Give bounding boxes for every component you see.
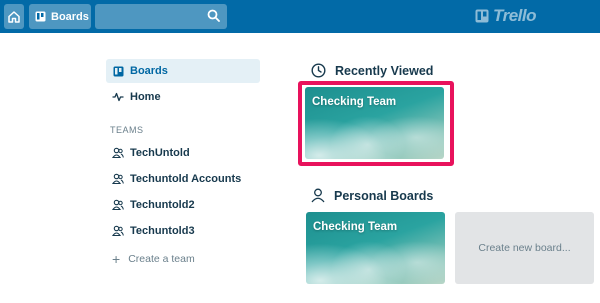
person-icon	[311, 188, 325, 203]
sidebar-item-team[interactable]: TechUntold	[112, 147, 190, 159]
clock-icon	[311, 63, 326, 78]
board-icon	[112, 65, 124, 77]
create-new-board-button[interactable]: Create new board...	[455, 212, 594, 284]
personal-boards-heading: Personal Boards	[311, 188, 433, 203]
plus-icon: +	[112, 251, 121, 267]
board-tile-title: Checking Team	[312, 96, 397, 108]
sidebar-item-label: Techuntold Accounts	[130, 173, 242, 185]
sidebar-item-label: Boards	[130, 65, 168, 77]
search-icon[interactable]	[207, 9, 220, 22]
sidebar-item-label: Home	[130, 91, 161, 103]
sidebar-item-team[interactable]: Techuntold2	[112, 199, 195, 211]
home-button[interactable]	[4, 4, 24, 29]
sidebar-item-home[interactable]: Home	[112, 91, 161, 103]
team-icon	[112, 225, 124, 237]
search-input[interactable]	[95, 4, 227, 29]
create-team-label: Create a team	[128, 253, 195, 265]
team-icon	[112, 199, 124, 211]
team-icon	[112, 173, 124, 185]
sidebar-item-label: Techuntold3	[130, 225, 195, 237]
trello-logo-icon	[475, 9, 489, 23]
boards-button-label: Boards	[51, 10, 89, 23]
trello-logo[interactable]: Trello	[475, 6, 536, 26]
activity-icon	[112, 91, 124, 103]
boards-button[interactable]: Boards	[29, 4, 91, 29]
personal-boards-title: Personal Boards	[334, 188, 434, 203]
header-bar: Boards Trello	[0, 0, 600, 33]
sidebar-item-team[interactable]: Techuntold3	[112, 225, 195, 237]
home-icon	[8, 10, 20, 23]
recently-viewed-heading: Recently Viewed	[311, 63, 433, 78]
board-tile-title: Checking Team	[313, 221, 398, 233]
sidebar-item-team[interactable]: Techuntold Accounts	[112, 173, 241, 185]
board-tile[interactable]: Checking Team	[306, 212, 445, 284]
teams-heading: TEAMS	[110, 125, 144, 135]
sidebar-item-boards[interactable]: Boards	[112, 65, 168, 77]
create-team-button[interactable]: + Create a team	[112, 252, 195, 266]
create-new-board-label: Create new board...	[478, 242, 571, 254]
sidebar-item-label: TechUntold	[130, 147, 190, 159]
logo-wordmark: Trello	[493, 6, 536, 25]
team-icon	[112, 147, 124, 159]
recently-viewed-title: Recently Viewed	[335, 63, 434, 78]
board-tile[interactable]: Checking Team	[305, 87, 444, 159]
sidebar-item-label: Techuntold2	[130, 199, 195, 211]
board-icon	[35, 11, 46, 22]
